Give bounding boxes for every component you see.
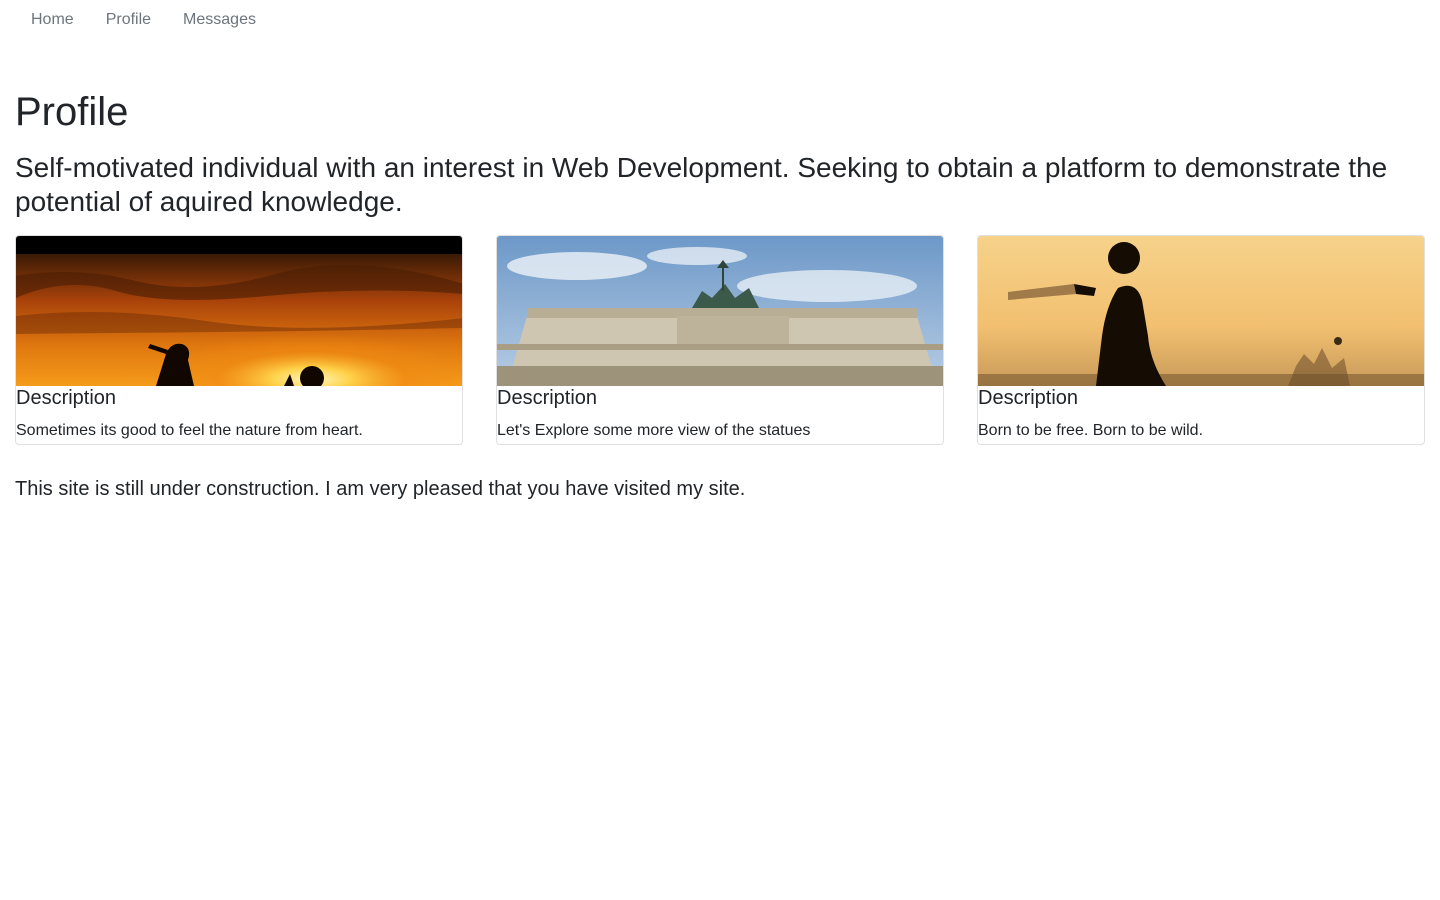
card-title: Description bbox=[16, 387, 117, 409]
construction-note: This site is still under construction. I… bbox=[15, 478, 746, 500]
card-text: Let's Explore some more view of the stat… bbox=[497, 422, 811, 439]
nav-home[interactable]: Home bbox=[15, 0, 90, 40]
top-nav: Home Profile Messages bbox=[15, 0, 272, 40]
card-title: Description bbox=[978, 387, 1079, 409]
profile-summary: Self-motivated individual with an intere… bbox=[15, 152, 1388, 217]
cricket-batsman-image bbox=[978, 236, 1424, 386]
nav-messages[interactable]: Messages bbox=[167, 0, 272, 40]
card-sunset: Description Sometimes its good to feel t… bbox=[15, 235, 463, 445]
page-title: Profile bbox=[15, 90, 129, 134]
card-brandenburg: Description Let's Explore some more view… bbox=[496, 235, 944, 445]
brandenburg-gate-image bbox=[497, 236, 943, 386]
card-deck: Description Sometimes its good to feel t… bbox=[15, 235, 1425, 445]
card-title: Description bbox=[497, 387, 598, 409]
card-cricket: Description Born to be free. Born to be … bbox=[977, 235, 1425, 445]
nav-profile[interactable]: Profile bbox=[90, 0, 167, 40]
card-text: Born to be free. Born to be wild. bbox=[978, 422, 1204, 439]
card-text: Sometimes its good to feel the nature fr… bbox=[16, 422, 363, 439]
sunset-image bbox=[16, 236, 462, 386]
